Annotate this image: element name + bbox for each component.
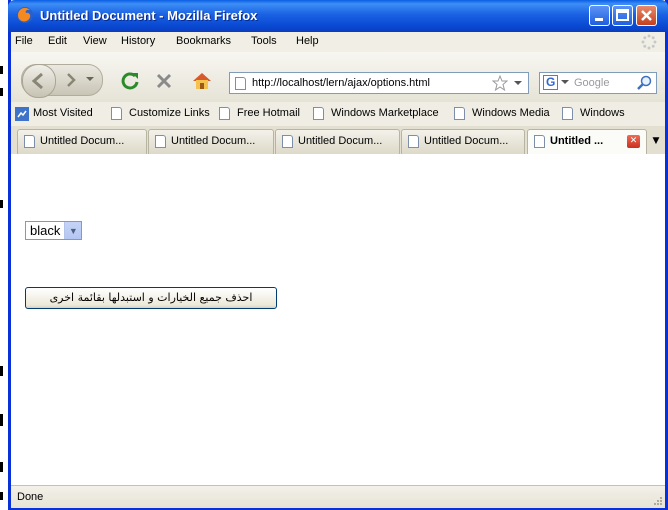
tab-label: Untitled Docum... [298, 135, 383, 147]
maximize-button[interactable] [612, 5, 633, 26]
search-icon[interactable] [636, 75, 652, 91]
chevron-down-icon [86, 77, 94, 81]
page-icon [454, 107, 465, 120]
status-text: Done [17, 491, 44, 503]
bookmark-most-visited[interactable]: Most Visited [33, 107, 93, 119]
search-placeholder: Google [574, 77, 610, 89]
browser-window: Untitled Document - Mozilla Firefox File… [8, 0, 668, 510]
tab-label: Untitled ... [550, 135, 604, 147]
tab-2[interactable]: Untitled Docum... [148, 129, 274, 154]
chevron-down-icon[interactable] [561, 80, 569, 86]
stop-button[interactable] [155, 72, 173, 93]
menu-view[interactable]: View [83, 35, 107, 47]
status-bar: Done [11, 485, 665, 508]
search-bar[interactable]: G Google [539, 72, 657, 94]
page-icon [24, 135, 35, 148]
page-icon [111, 107, 122, 120]
page-icon [155, 135, 166, 148]
most-visited-icon [15, 107, 29, 121]
bookmark-windows[interactable]: Windows [580, 107, 625, 119]
select-value: black [30, 223, 61, 238]
menu-edit[interactable]: Edit [48, 35, 67, 47]
home-button[interactable] [191, 70, 213, 95]
window-title: Untitled Document - Mozilla Firefox [40, 8, 258, 23]
tab-1[interactable]: Untitled Docum... [17, 129, 147, 154]
page-icon [313, 107, 324, 120]
back-icon [31, 72, 43, 90]
background-window-edge [0, 0, 8, 510]
menu-bookmarks[interactable]: Bookmarks [176, 35, 231, 47]
page-icon [282, 135, 293, 148]
menu-file[interactable]: File [15, 35, 33, 47]
tab-4[interactable]: Untitled Docum... [401, 129, 525, 154]
back-forward-group [21, 64, 103, 98]
minimize-icon [595, 18, 603, 21]
forward-button[interactable] [62, 70, 80, 93]
star-icon[interactable] [492, 75, 508, 91]
menu-tools[interactable]: Tools [251, 35, 277, 47]
tab-5-active[interactable]: Untitled ... ✕ [527, 129, 647, 154]
forward-icon [67, 73, 76, 87]
page-icon [219, 107, 230, 120]
page-content: black ▼ احذف جميع الخيارات و استبدلها بق… [11, 154, 665, 485]
page-icon [534, 135, 545, 148]
page-icon [562, 107, 573, 120]
tab-label: Untitled Docum... [40, 135, 125, 147]
bookmark-free-hotmail[interactable]: Free Hotmail [237, 107, 300, 119]
bookmark-windows-media[interactable]: Windows Media [472, 107, 550, 119]
page-icon [408, 135, 419, 148]
close-icon [641, 10, 652, 21]
google-icon[interactable]: G [543, 75, 558, 90]
firefox-logo-icon [17, 7, 33, 23]
url-dropdown-icon[interactable] [514, 79, 522, 87]
url-bar[interactable]: http://localhost/lern/ajax/options.html [229, 72, 529, 94]
menu-bar: File Edit View History Bookmarks Tools H… [11, 32, 665, 52]
stop-icon [156, 73, 172, 89]
maximize-icon [616, 9, 629, 21]
close-window-button[interactable] [636, 5, 657, 26]
home-icon [193, 73, 211, 89]
tab-label: Untitled Docum... [424, 135, 509, 147]
title-bar: Untitled Document - Mozilla Firefox [8, 0, 668, 32]
minimize-button[interactable] [589, 5, 610, 26]
menu-help[interactable]: Help [296, 35, 319, 47]
throbber-icon [641, 34, 657, 50]
bookmark-customize-links[interactable]: Customize Links [129, 107, 210, 119]
tab-3[interactable]: Untitled Docum... [275, 129, 400, 154]
reload-button[interactable] [119, 70, 141, 95]
close-tab-button[interactable]: ✕ [627, 135, 640, 148]
replace-options-button[interactable]: احذف جميع الخيارات و استبدلها بقائمة اخر… [25, 287, 277, 309]
navigation-toolbar: http://localhost/lern/ajax/options.html … [11, 52, 665, 102]
color-select[interactable]: black ▼ [25, 221, 83, 240]
url-text: http://localhost/lern/ajax/options.html [252, 77, 430, 89]
resize-grip-icon[interactable] [651, 494, 663, 506]
back-button[interactable] [22, 64, 56, 98]
menu-history[interactable]: History [121, 35, 155, 47]
chevron-down-icon: ▼ [64, 222, 82, 239]
reload-icon [121, 72, 139, 90]
page-icon [235, 77, 246, 90]
tab-strip: Untitled Docum... Untitled Docum... Unti… [11, 126, 665, 154]
tab-label: Untitled Docum... [171, 135, 256, 147]
tab-list-button[interactable]: ▼ [649, 130, 663, 152]
history-dropdown[interactable] [85, 73, 95, 88]
bookmarks-toolbar: Most Visited Customize Links Free Hotmai… [11, 102, 665, 127]
bookmark-windows-marketplace[interactable]: Windows Marketplace [331, 107, 439, 119]
